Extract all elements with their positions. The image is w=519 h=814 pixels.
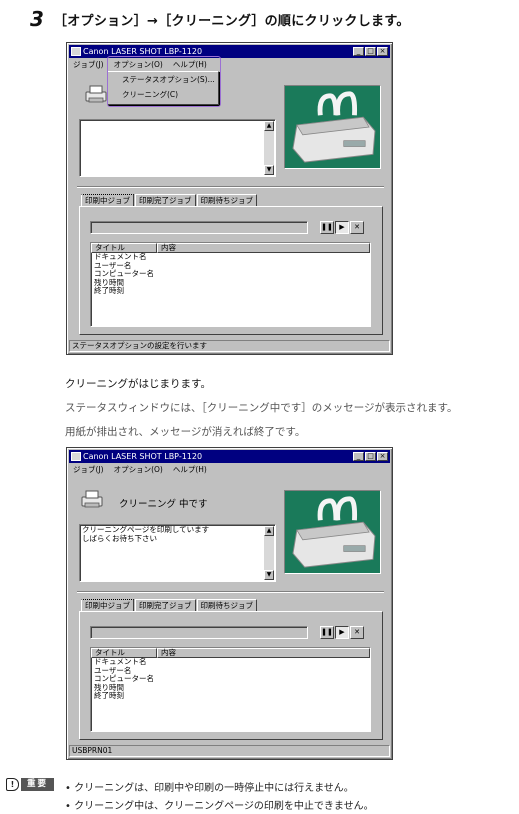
window-controls: _ □ ×	[353, 47, 388, 56]
list-item: 終了時刻	[94, 691, 124, 700]
step-heading: 3 ［オプション］→［クリーニング］の順にクリックします。	[30, 7, 410, 31]
printer-illustration	[284, 490, 381, 574]
paragraph-status-message: ステータスウィンドウには、［クリーニング中です］のメッセージが表示されます。	[65, 402, 458, 414]
close-button[interactable]: ×	[377, 452, 388, 461]
job-details-list: タイトル 内容 ドキュメント名 ユーザー名 コンピューター名 残り時間 終了時刻	[90, 242, 371, 327]
important-label: 重要	[21, 777, 55, 791]
list-item: コンピューター名	[94, 269, 154, 278]
job-details-list: タイトル 内容 ドキュメント名 ユーザー名 コンピューター名 残り時間 終了時刻	[90, 647, 371, 732]
window-divider	[77, 591, 384, 593]
menu-help[interactable]: ヘルプ(H)	[173, 464, 207, 476]
status-window-options-menu: Canon LASER SHOT LBP-1120 _ □ × ジョブ(J) オ…	[66, 42, 393, 355]
menu-job[interactable]: ジョブ(J)	[73, 464, 104, 476]
menu-job[interactable]: ジョブ(J)	[73, 59, 104, 71]
printer-icon	[81, 490, 103, 508]
list-item: ドキュメント名	[94, 657, 147, 666]
note-item: • クリーニング中は、クリーニングページの印刷を中止できません。	[65, 801, 374, 812]
cancel-job-icon[interactable]: ✕	[350, 221, 364, 234]
list-item: 終了時刻	[94, 286, 124, 295]
important-badge: ! 重要	[6, 777, 55, 791]
printer-icon	[85, 85, 107, 103]
minimize-button[interactable]: _	[353, 47, 364, 56]
message-line: クリーニングページを印刷しています	[82, 525, 210, 534]
job-controls: ❚❚ ▶ ✕	[320, 221, 364, 234]
scroll-down-arrow-icon[interactable]: ▼	[264, 570, 274, 580]
progress-bar	[90, 221, 308, 234]
app-icon	[71, 452, 81, 461]
cancel-job-icon[interactable]: ✕	[350, 626, 364, 639]
list-item: 残り時間	[94, 277, 124, 287]
tab-panel: ❚❚ ▶ ✕ タイトル 内容 ドキュメント名 ユーザー名 コンピューター名 残り…	[79, 611, 383, 740]
maximize-button[interactable]: □	[365, 47, 376, 56]
status-window-cleaning: Canon LASER SHOT LBP-1120 _ □ × ジョブ(J) オ…	[66, 447, 393, 760]
options-dropdown-menu: ステータスオプション(S)... クリーニング(C)	[107, 71, 219, 105]
exclamation-icon: !	[6, 777, 19, 791]
menu-item-status-option[interactable]: ステータスオプション(S)...	[108, 72, 218, 87]
minimize-button[interactable]: _	[353, 452, 364, 461]
message-area: クリーニングページを印刷しています しばらくお待ち下さい ▲ ▼	[79, 524, 276, 582]
list-item: 残り時間	[94, 682, 124, 692]
status-bar: ステータスオプションの設定を行います	[69, 340, 390, 352]
app-icon	[71, 47, 81, 56]
scroll-down-arrow-icon[interactable]: ▼	[264, 165, 274, 175]
status-bar: USBPRN01	[69, 745, 390, 757]
window-titlebar: Canon LASER SHOT LBP-1120 _ □ ×	[69, 45, 390, 58]
column-content[interactable]: 内容	[157, 648, 370, 658]
message-area: ▲ ▼	[79, 119, 276, 177]
window-divider	[77, 186, 384, 188]
printer-illustration	[284, 85, 381, 169]
progress-bar	[90, 626, 308, 639]
play-icon[interactable]: ▶	[335, 221, 349, 234]
menu-bar: ジョブ(J) オプション(O) ヘルプ(H)	[69, 464, 390, 476]
scroll-up-arrow-icon[interactable]: ▲	[264, 121, 274, 131]
pause-icon[interactable]: ❚❚	[320, 626, 334, 639]
pause-icon[interactable]: ❚❚	[320, 221, 334, 234]
list-item: コンピューター名	[94, 674, 154, 683]
message-scrollbar[interactable]: ▲ ▼	[264, 121, 274, 175]
paragraph-cleaning-starts: クリーニングがはじまります。	[65, 378, 211, 390]
status-message: クリーニング 中です	[119, 499, 208, 510]
close-button[interactable]: ×	[377, 47, 388, 56]
paragraph-finish: 用紙が排出され、メッセージが消えれば終了です。	[65, 426, 306, 438]
menu-help[interactable]: ヘルプ(H)	[173, 59, 207, 71]
job-controls: ❚❚ ▶ ✕	[320, 626, 364, 639]
maximize-button[interactable]: □	[365, 452, 376, 461]
step-instruction: ［オプション］→［クリーニング］の順にクリックします。	[53, 13, 410, 29]
step-number: 3	[30, 7, 44, 31]
window-controls: _ □ ×	[353, 452, 388, 461]
tab-panel: ❚❚ ▶ ✕ タイトル 内容 ドキュメント名 ユーザー名 コンピューター名 残り…	[79, 206, 383, 335]
column-content[interactable]: 内容	[157, 243, 370, 253]
window-title: Canon LASER SHOT LBP-1120	[83, 452, 203, 461]
menu-item-cleaning[interactable]: クリーニング(C)	[108, 87, 218, 102]
window-title: Canon LASER SHOT LBP-1120	[83, 47, 203, 56]
message-scrollbar[interactable]: ▲ ▼	[264, 526, 274, 580]
menu-bar: ジョブ(J) オプション(O) ヘルプ(H)	[69, 59, 390, 71]
menu-option[interactable]: オプション(O)	[114, 464, 163, 476]
message-line: しばらくお待ち下さい	[82, 534, 157, 543]
window-titlebar: Canon LASER SHOT LBP-1120 _ □ ×	[69, 450, 390, 463]
play-icon[interactable]: ▶	[335, 626, 349, 639]
list-item: ドキュメント名	[94, 252, 147, 261]
note-item: • クリーニングは、印刷中や印刷の一時停止中には行えません。	[65, 783, 354, 794]
menu-option[interactable]: オプション(O)	[114, 59, 163, 71]
scroll-up-arrow-icon[interactable]: ▲	[264, 526, 274, 536]
